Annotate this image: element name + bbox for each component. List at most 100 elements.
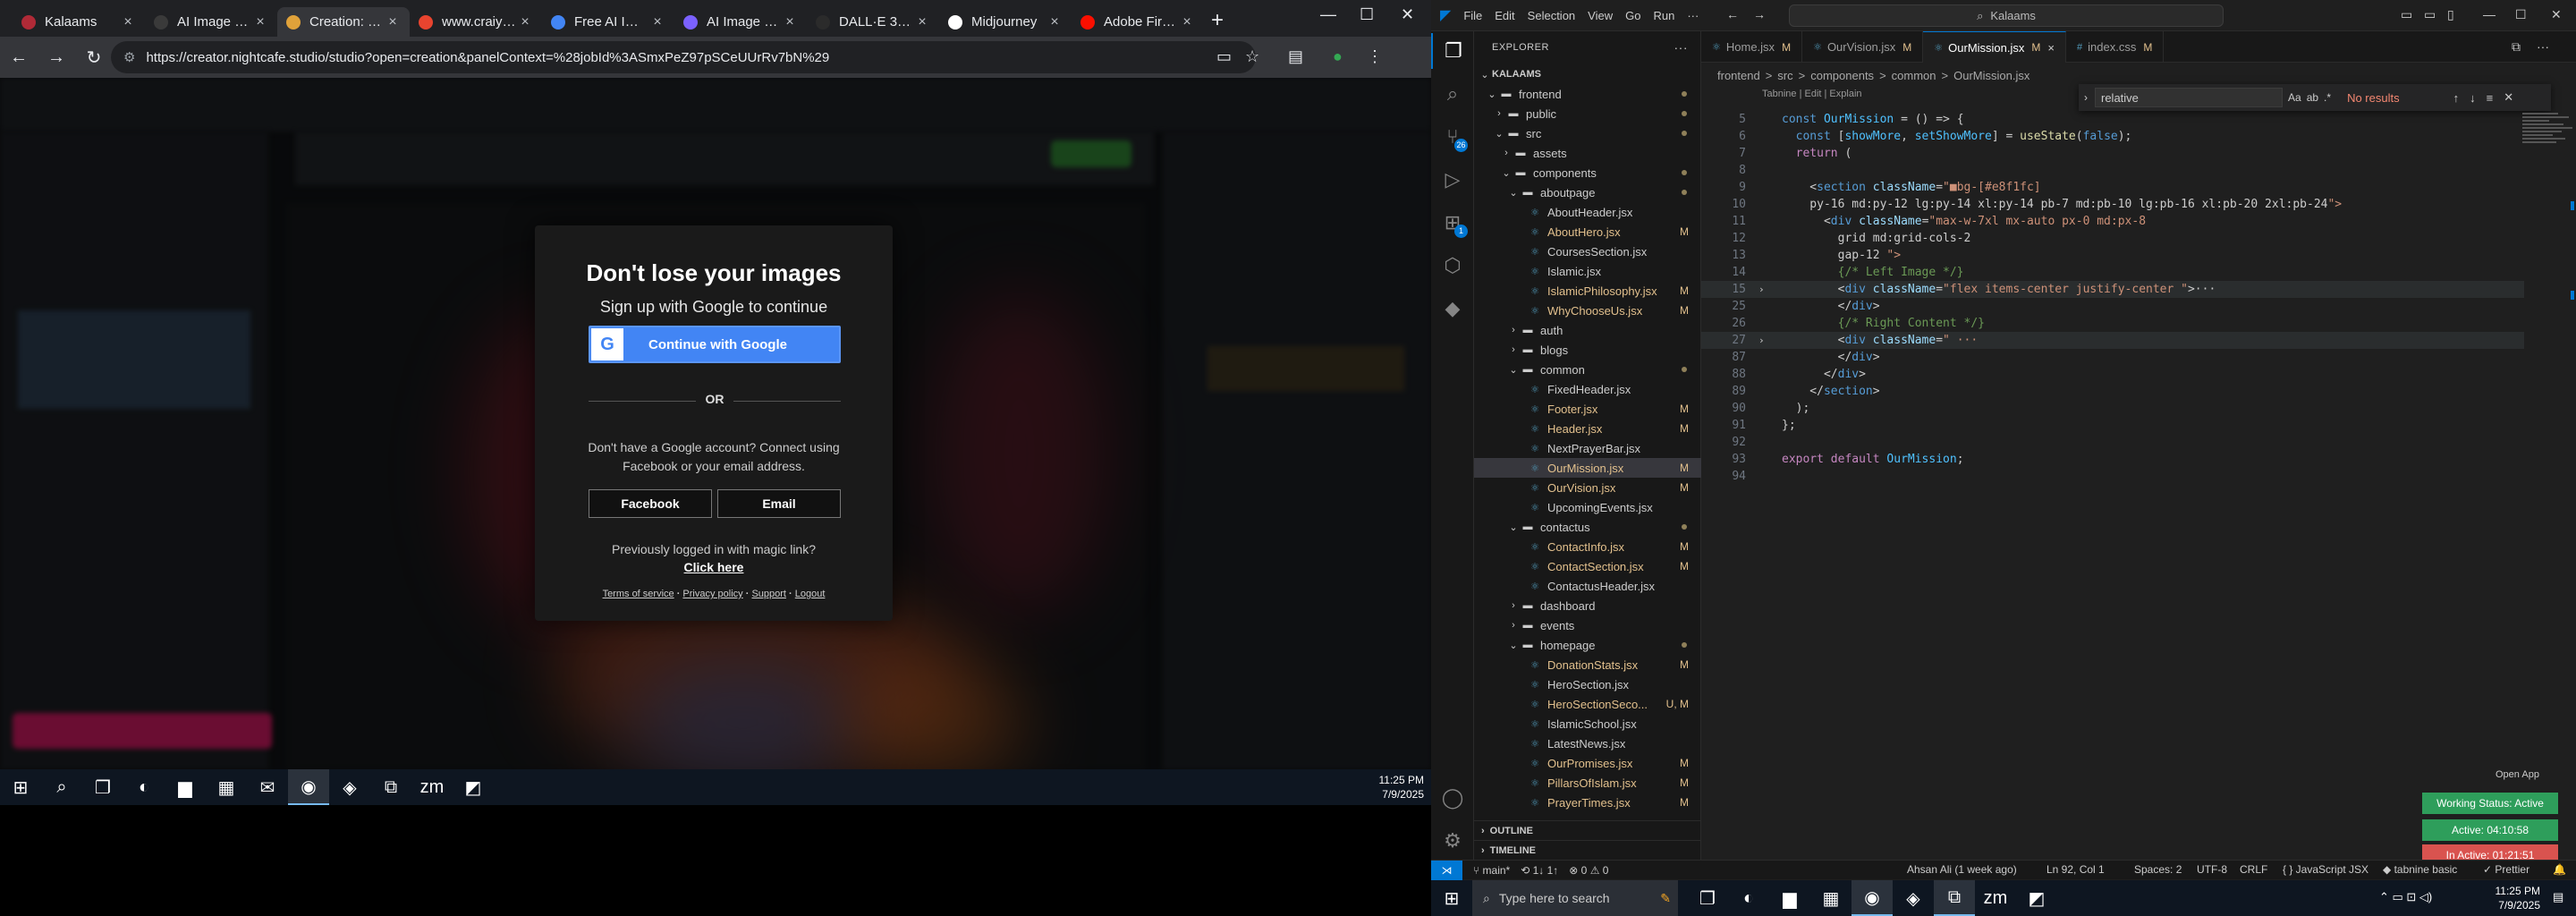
breadcrumb-item[interactable]: src [1777, 69, 1792, 82]
forward-button[interactable]: → [38, 47, 75, 68]
code-line[interactable]: 91}; [1701, 417, 2524, 434]
vscode-icon[interactable]: ⧉ [370, 769, 411, 805]
file-item[interactable]: ⚛ ContactusHeader.jsx [1474, 576, 1701, 596]
folder-item[interactable]: › ▬ blogs [1474, 340, 1701, 360]
tab-close-icon[interactable]: × [517, 14, 533, 30]
taskbar-clock[interactable]: 11:25 PM 7/9/2025 [2496, 884, 2540, 912]
edge-icon[interactable]: ◐ [1728, 880, 1769, 916]
file-item[interactable]: ⚛ Footer.jsx M [1474, 399, 1701, 419]
git-sync[interactable]: ⟲ 1↓ 1↑ [1521, 864, 1558, 877]
code-line[interactable]: 89 </section> [1701, 383, 2524, 400]
address-bar[interactable]: ⚙ https://creator.nightcafe.studio/studi… [111, 41, 1256, 73]
breadcrumb-item[interactable]: frontend [1717, 69, 1760, 82]
run-debug-icon[interactable]: ▷ [1431, 162, 1474, 198]
file-item[interactable]: ⚛ ContactInfo.jsx M [1474, 537, 1701, 556]
app2-icon[interactable]: ◩ [453, 769, 494, 805]
file-item[interactable]: ⚛ PillarsOfIslam.jsx M [1474, 773, 1701, 793]
folder-item[interactable]: › ▬ events [1474, 615, 1701, 635]
file-item[interactable]: ⚛ CoursesSection.jsx [1474, 242, 1701, 261]
reload-button[interactable]: ↻ [75, 47, 113, 69]
code-line[interactable]: 87 </div> [1701, 349, 2524, 366]
file-item[interactable]: ⚛ AboutHero.jsx M [1474, 222, 1701, 242]
menu-item-go[interactable]: Go [1625, 9, 1640, 22]
code-line[interactable]: 14 {/* Left Image */} [1701, 264, 2524, 281]
file-item[interactable]: ⚛ PrayerTimes.jsx M [1474, 793, 1701, 812]
file-item[interactable]: ⚛ LatestNews.jsx [1474, 734, 1701, 753]
editor-tab[interactable]: ⚛ Home.jsx M [1701, 31, 1803, 63]
git-branch[interactable]: ⑂ main* [1473, 864, 1510, 877]
mail-icon[interactable]: ✉ [247, 769, 288, 805]
fold-chevron-icon[interactable]: › [1758, 332, 1765, 349]
close-window-button[interactable]: ✕ [1401, 5, 1414, 24]
taskbar-search-box[interactable]: ⌕ Type here to search ✎ [1472, 880, 1678, 916]
file-item[interactable]: ⚛ Islamic.jsx [1474, 261, 1701, 281]
cursor-position[interactable]: Ln 92, Col 1 [2046, 863, 2105, 876]
vscode-icon[interactable]: ⧉ [1934, 880, 1975, 916]
browser-tab[interactable]: DALL·E 3 | Op× [807, 7, 939, 37]
code-line[interactable]: 93 export default OurMission; [1701, 451, 2524, 468]
menu-item-edit[interactable]: Edit [1495, 9, 1514, 22]
toggle-replace-icon[interactable]: › [2079, 91, 2093, 104]
nav-back-icon[interactable]: ← [1726, 7, 1739, 21]
tab-close-icon[interactable]: × [252, 14, 268, 30]
remote-indicator[interactable]: ⋊ [1431, 860, 1462, 880]
browser-tab[interactable]: AI Image Gene× [145, 7, 277, 37]
code-line[interactable]: 13 gap-12 "> [1701, 247, 2524, 264]
browser-tab[interactable]: Creation: Hyp × [277, 7, 410, 37]
code-line[interactable]: 10 py-16 md:py-12 lg:py-14 xl:py-14 pb-7… [1701, 196, 2524, 213]
store-icon[interactable]: ▦ [1810, 880, 1852, 916]
windows-icon[interactable]: ⊞ [0, 769, 41, 805]
edge-icon[interactable]: ◐ [123, 769, 165, 805]
find-input[interactable]: relative [2095, 88, 2283, 107]
file-item[interactable]: ⚛ OurVision.jsx M [1474, 478, 1701, 497]
minimize-button[interactable]: — [1320, 5, 1336, 24]
timeline-section[interactable]: › TIMELINE [1474, 840, 1701, 860]
action-center-icon[interactable]: ▤ [2553, 890, 2563, 904]
close-window-button[interactable]: ✕ [2551, 7, 2562, 22]
task-view-icon[interactable]: ❐ [1687, 880, 1728, 916]
click-here-link[interactable]: Click here [571, 560, 857, 574]
regex-icon[interactable]: .* [2324, 91, 2331, 104]
git-blame[interactable]: Ahsan Ali (1 week ago) [1907, 863, 2017, 876]
file-item[interactable]: ⚛ AboutHeader.jsx [1474, 202, 1701, 222]
nav-forward-icon[interactable]: → [1753, 7, 1766, 21]
code-line[interactable]: 15 › <div className="flex items-center ju… [1701, 281, 2524, 298]
explorer-more-icon[interactable]: ··· [1674, 40, 1689, 55]
match-case-icon[interactable]: Aa [2288, 91, 2301, 104]
code-line[interactable]: 8 [1701, 162, 2524, 179]
app-icon[interactable]: ◈ [1893, 880, 1934, 916]
cast-icon[interactable]: ▭ [1216, 47, 1232, 66]
tabnine-codelens[interactable]: Tabnine | Edit | Explain [1762, 89, 1862, 99]
code-line[interactable]: 92 [1701, 434, 2524, 451]
tab-close-icon[interactable]: × [914, 14, 930, 30]
file-item[interactable]: ⚛ DonationStats.jsx M [1474, 655, 1701, 674]
code-line[interactable]: 11 <div className="max-w-7xl mx-auto px-… [1701, 213, 2524, 230]
browser-tab[interactable]: AI Image Gene× [674, 7, 807, 37]
maximize-button[interactable]: ☐ [1360, 5, 1374, 24]
folder-item[interactable]: › ▬ dashboard [1474, 596, 1701, 615]
file-item[interactable]: ⚛ NextPrayerBar.jsx [1474, 438, 1701, 458]
remote-icon[interactable]: ⬡ [1431, 248, 1474, 284]
folder-item[interactable]: ⌄ ▬ frontend [1474, 84, 1701, 104]
file-item[interactable]: ⚛ UpcomingEvents.jsx [1474, 497, 1701, 517]
browser-tab[interactable]: Kalaams × [13, 7, 145, 37]
folder-item[interactable]: › ▬ assets [1474, 143, 1701, 163]
outline-section[interactable]: › OUTLINE [1474, 820, 1701, 840]
folder-item[interactable]: ⌄ ▬ contactus [1474, 517, 1701, 537]
tabnine-icon[interactable]: ◆ [1431, 291, 1474, 327]
terms-link[interactable]: Terms of service [603, 589, 674, 599]
bookmark-star-icon[interactable]: ☆ [1245, 47, 1259, 66]
code-line[interactable]: 88 </div> [1701, 366, 2524, 383]
close-find-icon[interactable]: ✕ [2504, 90, 2513, 105]
file-item[interactable]: ⚛ IslamicPhilosophy.jsx M [1474, 281, 1701, 301]
breadcrumb-item[interactable]: common [1892, 69, 1936, 82]
code-line[interactable]: 25 </div> [1701, 298, 2524, 315]
fold-chevron-icon[interactable]: › [1758, 281, 1765, 298]
editor-tab[interactable]: ⚛ OurVision.jsx M [1802, 31, 1924, 63]
app2-icon[interactable]: ◩ [2016, 880, 2057, 916]
maximize-button[interactable]: ☐ [2515, 7, 2527, 22]
editor-tab[interactable]: # index.css M [2066, 31, 2165, 63]
browser-tab[interactable]: Free AI Image× [542, 7, 674, 37]
back-button[interactable]: ← [0, 47, 38, 68]
browser-tab[interactable]: www.craiyon.c× [410, 7, 542, 37]
